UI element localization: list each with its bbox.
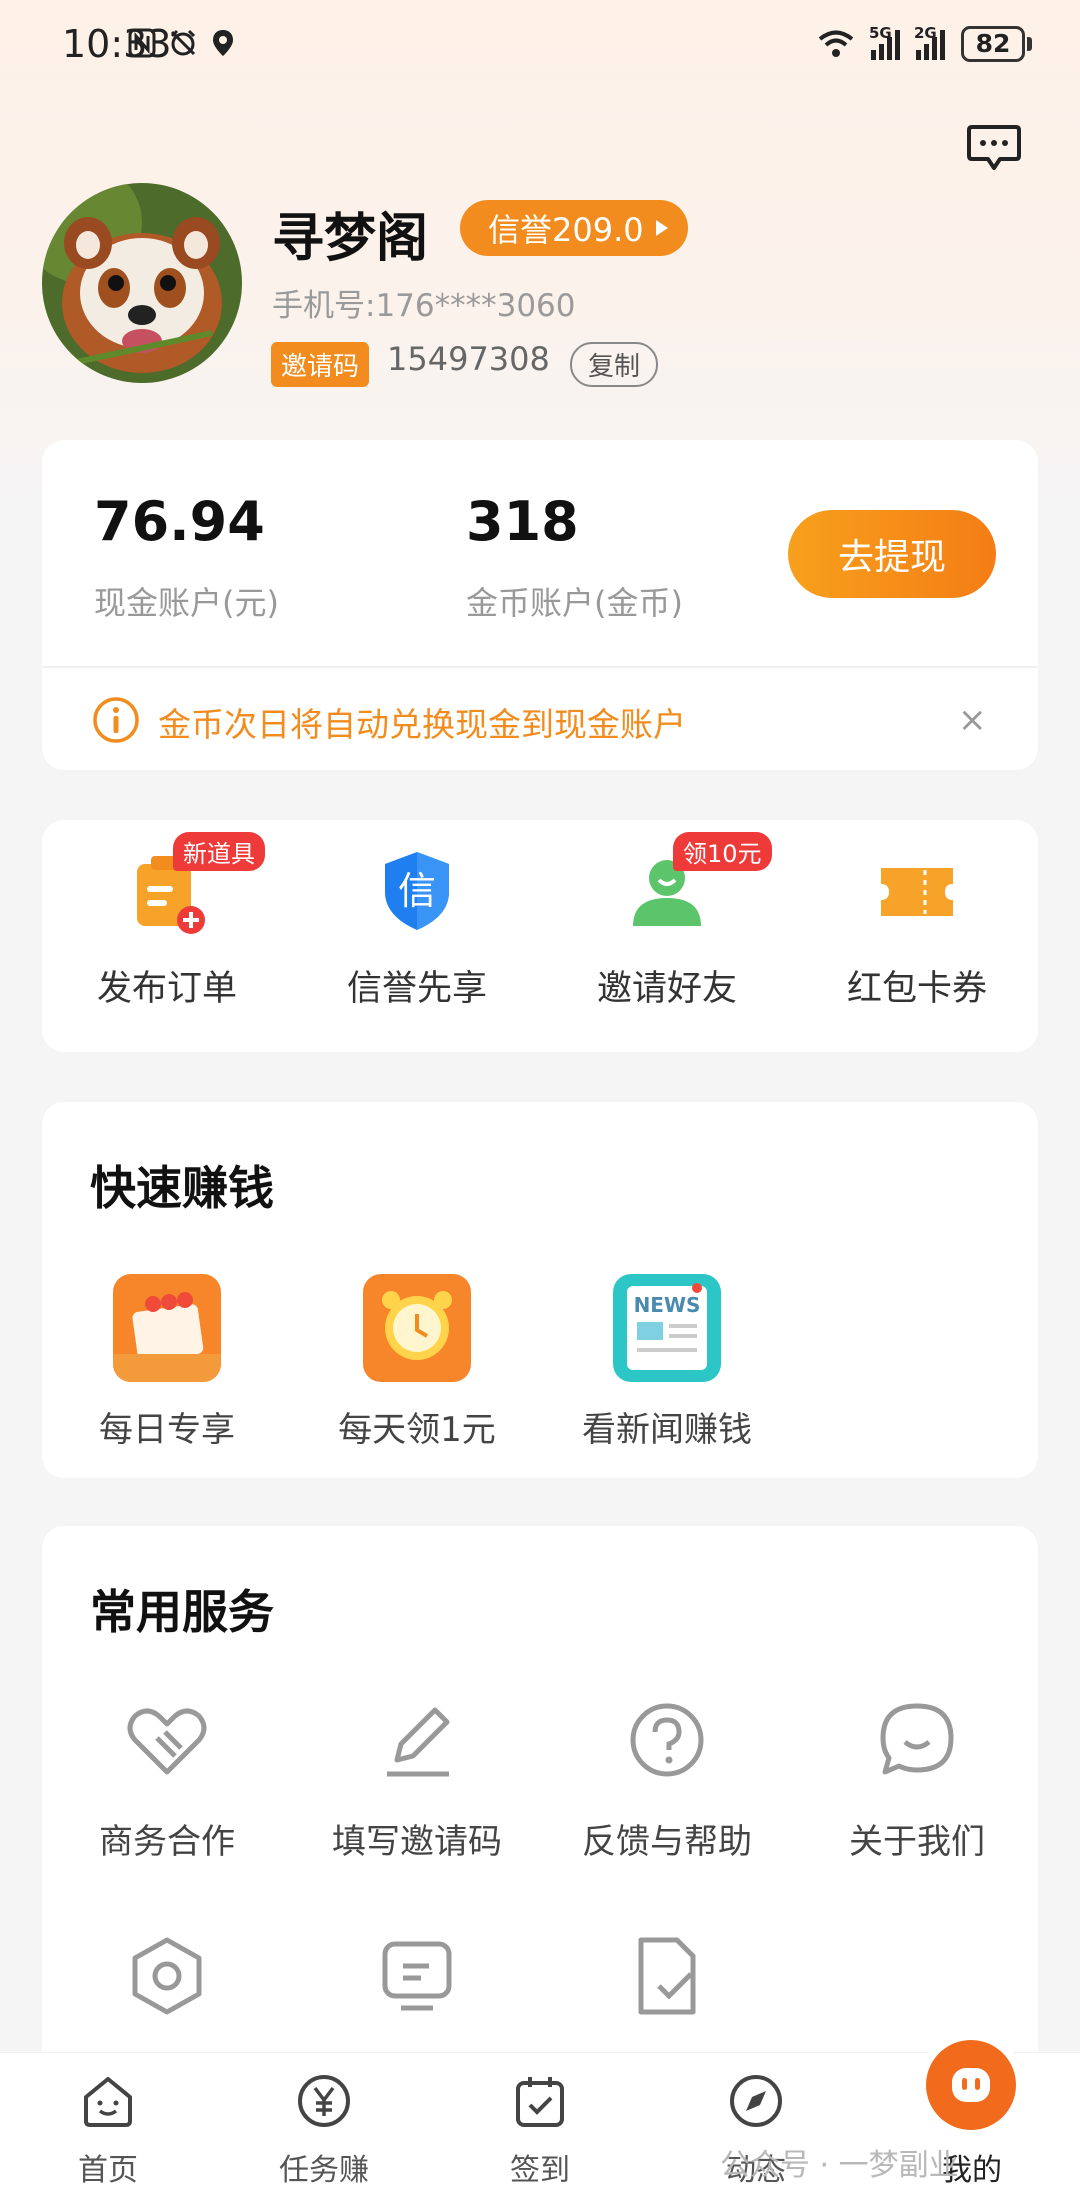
shortcut-publish-order[interactable]: 新道具 发布订单 [42, 832, 292, 1011]
signal-5g-icon: 5G [869, 24, 900, 60]
yuan-coin-icon [298, 2075, 350, 2127]
shortcut-invite-friends[interactable]: 领10元 邀请好友 [542, 832, 792, 1011]
newspaper-icon: NEWS [613, 1274, 721, 1382]
service-label: 填写邀请码 [332, 1822, 502, 1862]
coin-balance[interactable]: 318 [466, 490, 579, 553]
credit-shield-icon: 信 [385, 852, 449, 930]
divider [42, 666, 1038, 668]
wifi-icon [818, 30, 854, 57]
nav-checkin[interactable]: 签到 [432, 2071, 648, 2189]
shortcut-label: 信誉先享 [346, 969, 487, 1009]
withdraw-button[interactable]: 去提现 [788, 510, 996, 598]
shortcut-label: 发布订单 [96, 969, 237, 1009]
reward-badge: 领10元 [673, 832, 772, 871]
home-icon [84, 2077, 132, 2127]
notice-text: 金币次日将自动兑换现金到现金账户 [158, 705, 686, 744]
quick-daily-exclusive[interactable]: 每日专享 [42, 1274, 292, 1451]
invite-code-tag: 邀请码 [271, 342, 370, 387]
me-avatar-button[interactable] [926, 2040, 1016, 2130]
status-bar: 10:33 5G 2G 82 [0, 0, 1080, 95]
document-check-icon [638, 1937, 696, 2015]
nfc-icon [128, 28, 156, 58]
copy-button[interactable]: 复制 [570, 342, 659, 387]
shortcut-label: 红包卡券 [846, 969, 987, 1009]
nav-label: 签到 [510, 2153, 570, 2188]
service-label: 商务合作 [99, 1822, 235, 1862]
pencil-icon [387, 1707, 450, 1777]
nav-label: 首页 [78, 2153, 138, 2188]
chat-smile-icon [880, 1703, 954, 1775]
close-icon[interactable]: × [958, 700, 987, 740]
quick-label: 每天领1元 [338, 1410, 496, 1450]
service-document-check[interactable] [542, 1928, 792, 2028]
service-about-us[interactable]: 关于我们 [792, 1692, 1042, 1863]
service-label: 反馈与帮助 [582, 1822, 752, 1862]
phone-number: 手机号:176****3060 [272, 288, 576, 324]
red-panda-avatar-image [42, 183, 242, 383]
info-icon [93, 697, 139, 743]
service-label: 关于我们 [849, 1822, 985, 1862]
quick-news[interactable]: NEWS 看新闻赚钱 [542, 1274, 792, 1451]
cash-balance-label: 现金账户(元) [94, 584, 279, 622]
nav-home[interactable]: 首页 [0, 2071, 216, 2189]
service-enter-invite-code[interactable]: 填写邀请码 [292, 1692, 542, 1863]
quick-daily-one-yuan[interactable]: 每天领1元 [292, 1274, 542, 1451]
credit-score-button[interactable]: 信誉209.0 [460, 200, 688, 256]
nav-label: 任务赚 [279, 2153, 369, 2188]
credit-score-label: 信誉209.0 [488, 211, 644, 249]
arrow-right-icon [655, 220, 668, 236]
new-item-badge: 新道具 [173, 832, 265, 871]
svg-text:信: 信 [398, 869, 436, 913]
service-monitor[interactable] [292, 1928, 542, 2028]
handshake-heart-icon [127, 1708, 207, 1775]
cash-balance[interactable]: 76.94 [94, 490, 265, 553]
balance-card: 76.94 现金账户(元) 318 金币账户(金币) 去提现 金币次日将自动兑换… [42, 440, 1038, 770]
alarm-clock-icon [363, 1274, 471, 1382]
question-icon [630, 1703, 704, 1777]
shortcut-coupons[interactable]: 红包卡券 [792, 840, 1042, 1011]
avatar[interactable] [42, 183, 242, 383]
location-icon [213, 30, 233, 56]
quick-earn-card: 快速赚钱 每日专享 每天领1元 NEWS 看新闻赚钱 [42, 1102, 1038, 1478]
watermark: 公众号 · 一梦副业 [720, 2148, 959, 2183]
me-face-icon [952, 2068, 990, 2102]
shortcut-card: 新道具 发布订单 信 信誉先享 领10元 邀请好友 红包卡券 [42, 820, 1038, 1052]
hexagon-settings-icon [132, 1937, 202, 2015]
calendar-icon [113, 1274, 221, 1382]
signal-2g-icon: 2G [914, 24, 945, 60]
monitor-icon [382, 1941, 452, 2011]
nav-tasks[interactable]: 任务赚 [216, 2071, 432, 2189]
service-settings[interactable] [42, 1928, 292, 2028]
invite-code-value: 15497308 [387, 340, 550, 378]
compass-icon [730, 2075, 782, 2127]
message-icon[interactable] [966, 124, 1022, 172]
quick-label: 每日专享 [99, 1410, 235, 1450]
calendar-check-icon [516, 2077, 564, 2127]
shortcut-label: 邀请好友 [596, 969, 737, 1009]
coupon-icon [881, 868, 953, 916]
coin-balance-label: 金币账户(金币) [466, 584, 683, 622]
section-title: 常用服务 [90, 1585, 274, 1639]
shortcut-credit[interactable]: 信 信誉先享 [292, 840, 542, 1011]
service-feedback-help[interactable]: 反馈与帮助 [542, 1692, 792, 1863]
user-name: 寻梦阁 [272, 209, 429, 269]
alarm-off-icon [170, 29, 196, 56]
section-title: 快速赚钱 [90, 1161, 274, 1215]
service-business[interactable]: 商务合作 [42, 1692, 292, 1863]
quick-label: 看新闻赚钱 [582, 1410, 752, 1450]
battery-indicator: 82 [961, 26, 1032, 62]
svg-text:NEWS: NEWS [634, 1293, 701, 1317]
